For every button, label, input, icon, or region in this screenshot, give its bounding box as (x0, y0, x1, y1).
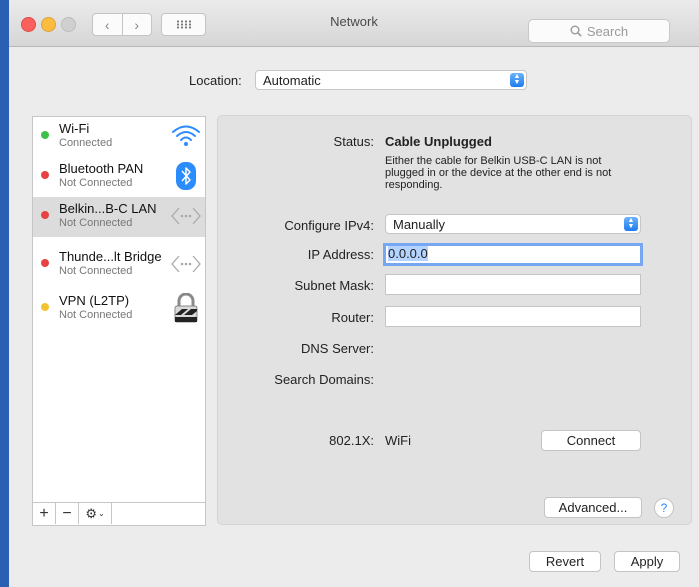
service-status: Not Connected (59, 265, 133, 277)
revert-button[interactable]: Revert (529, 551, 601, 572)
lock-icon (171, 293, 201, 323)
status-description-line: responding. (385, 179, 443, 191)
service-list: Wi-Fi Connected Bluetooth PAN Not Connec… (32, 116, 206, 526)
service-status: Not Connected (59, 309, 133, 321)
ethernet-icon (171, 201, 201, 231)
configure-ipv4-label: Configure IPv4: (284, 218, 374, 233)
title-bar: ‹ › Network Search (9, 0, 699, 47)
gear-icon: ⚙ (85, 505, 97, 521)
status-dot (41, 259, 49, 267)
service-actions-button[interactable]: ⚙ ⌄ (79, 503, 112, 524)
help-button[interactable]: ? (654, 498, 674, 518)
chevron-down-icon: ⌄ (97, 509, 105, 518)
wifi-icon (171, 121, 201, 151)
service-item-belkin-lan[interactable]: Belkin...B-C LAN Not Connected (33, 197, 205, 237)
configure-ipv4-value: Manually (393, 216, 446, 232)
service-details-panel: Status: Cable Unplugged Either the cable… (217, 115, 692, 525)
service-list-toolbar: + − ⚙ ⌄ (33, 502, 205, 525)
popup-arrows-icon: ▲ ▼ (624, 217, 638, 231)
connect-button[interactable]: Connect (541, 430, 641, 451)
search-field[interactable]: Search (528, 19, 670, 43)
subnet-mask-field[interactable] (385, 274, 641, 295)
network-preferences-window: ‹ › Network Search Location: Automatic ▲… (9, 0, 699, 587)
ip-address-value: 0.0.0.0 (388, 246, 428, 261)
service-name: Bluetooth PAN (59, 161, 144, 176)
configure-ipv4-popup[interactable]: Manually ▲ ▼ (385, 214, 641, 234)
search-placeholder: Search (586, 23, 629, 39)
service-item-vpn-l2tp[interactable]: VPN (L2TP) Not Connected (33, 289, 205, 329)
subnet-mask-label: Subnet Mask: (294, 278, 375, 293)
status-description-line: plugged in or the device at the other en… (385, 167, 612, 179)
service-name: Wi-Fi (59, 121, 90, 136)
apply-button[interactable]: Apply (614, 551, 680, 572)
service-status: Not Connected (59, 177, 133, 189)
status-label: Status: (333, 134, 374, 149)
dot1x-value: WiFi (385, 433, 411, 448)
status-dot (41, 303, 49, 311)
status-description: Either the cable for Belkin USB-C LAN is… (385, 155, 655, 191)
search-domains-label: Search Domains: (274, 372, 374, 387)
bluetooth-icon (171, 161, 201, 191)
status-description-line: Either the cable for Belkin USB-C LAN is… (385, 155, 602, 167)
service-name: VPN (L2TP) (59, 293, 130, 308)
location-popup[interactable]: Automatic ▲ ▼ (255, 70, 527, 90)
status-dot (41, 171, 49, 179)
status-dot (41, 211, 49, 219)
location-value: Automatic (263, 72, 321, 88)
ethernet-icon (171, 249, 201, 279)
remove-service-button[interactable]: − (56, 503, 79, 524)
ip-address-label: IP Address: (307, 247, 374, 262)
service-item-bluetooth-pan[interactable]: Bluetooth PAN Not Connected (33, 157, 205, 197)
search-icon (570, 25, 582, 37)
service-status: Not Connected (59, 217, 133, 229)
service-item-thunderbolt-bridge[interactable]: Thunde...lt Bridge Not Connected (33, 245, 205, 285)
dns-server-label: DNS Server: (301, 341, 374, 356)
dot1x-label: 802.1X: (329, 433, 374, 448)
popup-arrows-icon: ▲ ▼ (510, 73, 524, 87)
ip-address-field[interactable]: 0.0.0.0 (383, 243, 643, 266)
router-field[interactable] (385, 306, 641, 327)
router-label: Router: (331, 310, 374, 325)
service-name: Belkin...B-C LAN (59, 201, 157, 216)
advanced-button[interactable]: Advanced... (544, 497, 642, 518)
service-item-wifi[interactable]: Wi-Fi Connected (33, 117, 205, 157)
status-value: Cable Unplugged (385, 134, 492, 149)
service-status: Connected (59, 137, 113, 149)
service-name: Thunde...lt Bridge (59, 249, 162, 264)
add-service-button[interactable]: + (33, 503, 56, 524)
location-label: Location: (189, 73, 242, 88)
status-dot (41, 131, 49, 139)
